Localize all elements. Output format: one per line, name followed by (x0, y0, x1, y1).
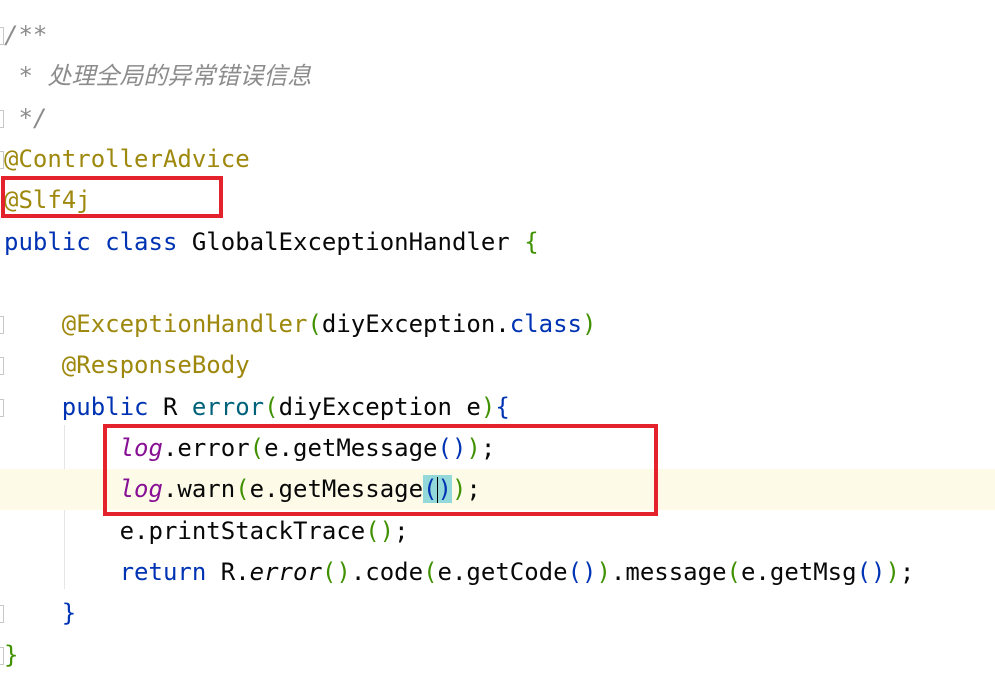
code-line[interactable]: } (0, 635, 995, 676)
code-token: .code (350, 557, 424, 586)
code-line[interactable]: } (0, 593, 995, 634)
code-token: ) (581, 310, 597, 339)
code-token: () (856, 557, 886, 586)
code-text: e.printStackTrace(); (4, 511, 409, 552)
code-token: e.getCode (437, 557, 568, 586)
code-text: return R.error().code(e.getCode()).messa… (4, 552, 915, 593)
code-token: } (61, 599, 77, 628)
code-token: ( (307, 310, 322, 339)
code-token: { (524, 227, 539, 256)
code-token: class (105, 227, 192, 256)
code-line[interactable]: /** (0, 15, 995, 56)
code-text: @ResponseBody (4, 345, 250, 386)
code-token: .message (610, 557, 727, 586)
code-token: /** (4, 21, 48, 49)
code-line[interactable]: * 处理全局的异常错误信息 (0, 56, 995, 97)
code-token: error (191, 392, 265, 421)
code-line[interactable]: public class GlobalExceptionHandler { (0, 222, 995, 263)
code-token: R (162, 392, 192, 421)
code-token: return (119, 557, 221, 586)
slf4j-highlight-box (1, 176, 223, 218)
code-token: @ResponseBody (61, 351, 250, 380)
code-token: () (365, 516, 395, 545)
code-token: class (509, 310, 582, 339)
code-token: e.getMsg (740, 557, 857, 586)
code-line[interactable]: public R error(diyException e){ (0, 387, 995, 428)
code-token: () (567, 557, 597, 586)
code-text: /** (4, 15, 47, 56)
code-line[interactable] (0, 263, 995, 304)
code-line[interactable]: */ (0, 98, 995, 139)
code-token: ( (264, 392, 279, 421)
code-token: ) (480, 392, 496, 421)
code-token: */ (4, 103, 48, 132)
code-token: { (495, 392, 510, 421)
code-text: */ (4, 98, 47, 139)
code-text: public R error(diyException e){ (4, 387, 510, 428)
code-token: ; (899, 557, 915, 586)
code-token: 处理全局的异常错误信息 (47, 62, 312, 91)
code-token: e.printStackTrace (119, 516, 366, 545)
code-token: public (4, 227, 106, 256)
code-line[interactable]: @ExceptionHandler(diyException.class) (0, 304, 995, 345)
code-token: ) (885, 557, 900, 586)
code-token: @ControllerAdvice (4, 144, 250, 173)
code-token: ) (596, 557, 611, 586)
code-text: } (4, 635, 18, 676)
code-token: @ExceptionHandler (61, 310, 308, 339)
code-editor[interactable]: /** * 处理全局的异常错误信息 */@ControllerAdvice @Sl… (0, 0, 995, 685)
code-text: @ControllerAdvice (4, 139, 250, 180)
code-token: error (249, 557, 322, 586)
code-token: R. (220, 557, 250, 586)
code-line[interactable]: e.printStackTrace(); (0, 511, 995, 552)
code-text: public class GlobalExceptionHandler { (4, 222, 539, 263)
code-token: GlobalExceptionHandler (191, 227, 525, 256)
code-token: () (321, 557, 351, 586)
code-line[interactable]: @ResponseBody (0, 345, 995, 386)
code-token: ( (423, 557, 438, 586)
code-text: } (4, 593, 76, 634)
code-token: } (4, 640, 19, 669)
code-text: @ExceptionHandler(diyException.class) (4, 304, 597, 345)
code-text: * 处理全局的异常错误信息 (4, 56, 311, 97)
code-token: * (4, 62, 48, 91)
code-token: ; (394, 516, 409, 545)
code-token: diyException. (321, 310, 510, 339)
code-token: diyException e (278, 392, 481, 421)
log-lines-highlight-box (103, 424, 658, 516)
code-token: ( (726, 557, 741, 586)
code-line[interactable]: @ControllerAdvice (0, 139, 995, 180)
code-line[interactable]: return R.error().code(e.getCode()).messa… (0, 552, 995, 593)
code-token: public (61, 392, 163, 421)
